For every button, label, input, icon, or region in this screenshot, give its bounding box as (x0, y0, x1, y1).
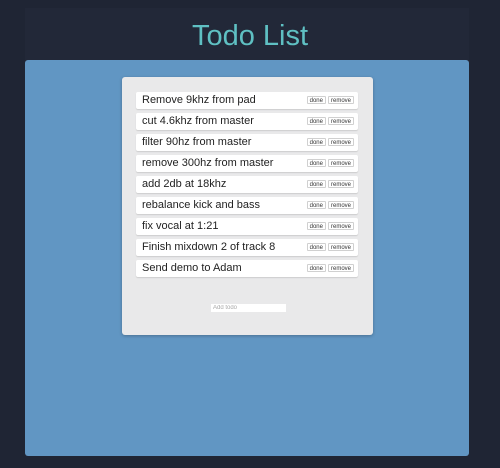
todo-actions: done remove (306, 96, 354, 104)
todo-text: remove 300hz from master (142, 157, 274, 169)
app-root: Todo List Remove 9khz from pad done remo… (0, 0, 500, 468)
todo-actions: done remove (306, 180, 354, 188)
done-button[interactable]: done (306, 264, 326, 272)
todo-text: add 2db at 18khz (142, 178, 227, 190)
done-button[interactable]: done (306, 159, 326, 167)
todo-text: Send demo to Adam (142, 262, 242, 274)
todo-item: filter 90hz from master done remove (136, 134, 358, 151)
todo-item: Remove 9khz from pad done remove (136, 92, 358, 109)
todo-actions: done remove (306, 264, 354, 272)
todo-item: remove 300hz from master done remove (136, 155, 358, 172)
remove-button[interactable]: remove (327, 117, 354, 125)
remove-button[interactable]: remove (327, 201, 354, 209)
todo-actions: done remove (306, 243, 354, 251)
done-button[interactable]: done (306, 96, 326, 104)
todo-item: fix vocal at 1:21 done remove (136, 218, 358, 235)
todo-item: cut 4.6khz from master done remove (136, 113, 358, 130)
todo-actions: done remove (306, 138, 354, 146)
todo-actions: done remove (306, 201, 354, 209)
remove-button[interactable]: remove (327, 159, 354, 167)
page-title: Todo List (191, 20, 309, 52)
todo-actions: done remove (306, 117, 354, 125)
todo-item: add 2db at 18khz done remove (136, 176, 358, 193)
todo-text: fix vocal at 1:21 (142, 220, 219, 232)
done-button[interactable]: done (306, 180, 326, 188)
todo-item: Send demo to Adam done remove (136, 260, 358, 277)
remove-button[interactable]: remove (327, 138, 354, 146)
todo-item: rebalance kick and bass done remove (136, 197, 358, 214)
remove-button[interactable]: remove (327, 96, 354, 104)
todo-list: Remove 9khz from pad done remove cut 4.6… (136, 92, 358, 281)
todo-card: Remove 9khz from pad done remove cut 4.6… (122, 77, 373, 335)
done-button[interactable]: done (306, 243, 326, 251)
add-todo-input[interactable] (211, 304, 286, 312)
todo-text: Finish mixdown 2 of track 8 (142, 241, 276, 253)
todo-item: Finish mixdown 2 of track 8 done remove (136, 239, 358, 256)
todo-text: Remove 9khz from pad (142, 94, 256, 106)
remove-button[interactable]: remove (327, 264, 354, 272)
done-button[interactable]: done (306, 201, 326, 209)
remove-button[interactable]: remove (327, 222, 354, 230)
done-button[interactable]: done (306, 117, 326, 125)
done-button[interactable]: done (306, 222, 326, 230)
todo-text: filter 90hz from master (142, 136, 252, 148)
remove-button[interactable]: remove (327, 180, 354, 188)
done-button[interactable]: done (306, 138, 326, 146)
remove-button[interactable]: remove (327, 243, 354, 251)
todo-text: cut 4.6khz from master (142, 115, 254, 127)
todo-actions: done remove (306, 159, 354, 167)
todo-actions: done remove (306, 222, 354, 230)
todo-text: rebalance kick and bass (142, 199, 261, 211)
